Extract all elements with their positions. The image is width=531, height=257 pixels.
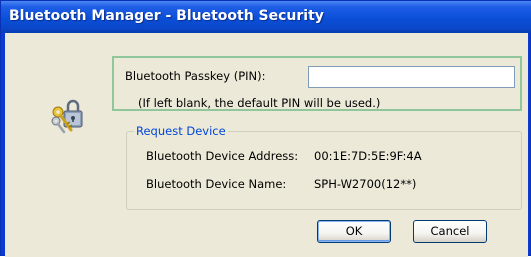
dialog-body: Bluetooth Passkey (PIN): (If left blank,… — [5, 33, 528, 257]
passkey-label: Bluetooth Passkey (PIN): — [125, 69, 266, 83]
device-address-label: Bluetooth Device Address: — [146, 149, 299, 163]
ok-button[interactable]: OK — [317, 220, 391, 243]
title-bar[interactable]: Bluetooth Manager - Bluetooth Security — [1, 1, 531, 33]
device-name-value: SPH-W2700(12**) — [314, 177, 417, 191]
passkey-input[interactable] — [308, 66, 515, 88]
cancel-button[interactable]: Cancel — [413, 220, 487, 243]
window-title: Bluetooth Manager - Bluetooth Security — [9, 8, 324, 24]
request-device-group — [126, 131, 522, 210]
device-name-label: Bluetooth Device Name: — [146, 177, 287, 191]
keys-lock-icon — [49, 97, 87, 135]
request-device-legend: Request Device — [134, 124, 228, 138]
passkey-hint: (If left blank, the default PIN will be … — [138, 96, 381, 110]
bluetooth-security-dialog: Bluetooth Manager - Bluetooth Security B… — [0, 0, 531, 257]
device-address-value: 00:1E:7D:5E:9F:4A — [314, 149, 422, 163]
